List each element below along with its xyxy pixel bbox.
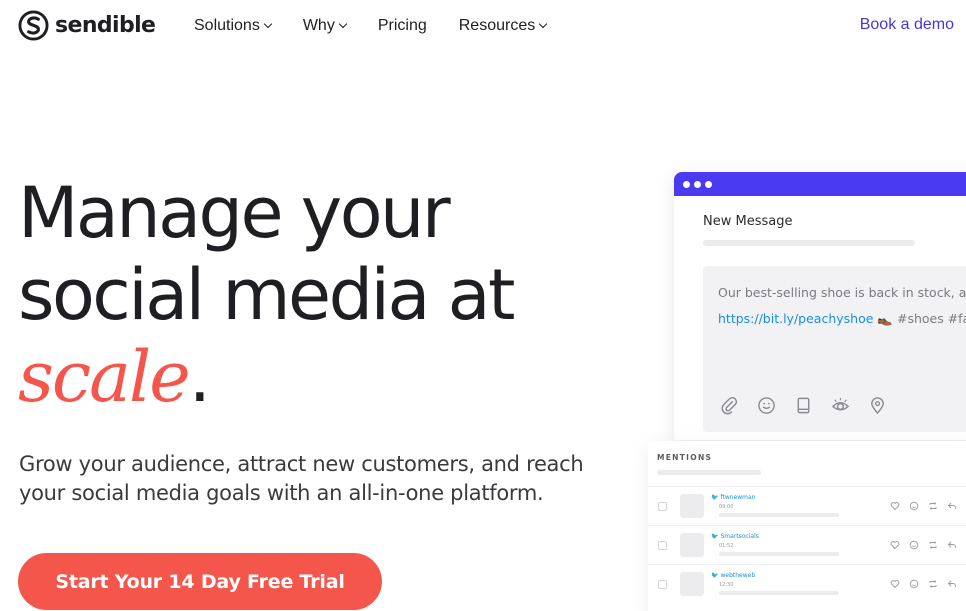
window-dot-icon — [705, 180, 712, 188]
message-hashtags: #shoes #fa — [896, 311, 966, 326]
smiley-icon[interactable] — [757, 396, 776, 415]
placeholder-line — [719, 591, 839, 595]
mentions-card: MENTIONS 🐦 ftwnewman 09:00 🐦 Smartsocials … — [648, 441, 966, 611]
mention-time: 09:00 — [719, 504, 734, 510]
mentions-title: MENTIONS — [657, 453, 713, 462]
twitter-bird-icon: 🐦 — [711, 494, 719, 501]
placeholder-line — [719, 513, 839, 517]
row-checkbox[interactable] — [658, 502, 667, 511]
row-actions — [890, 579, 957, 589]
smiley-icon[interactable] — [909, 579, 919, 589]
heart-icon[interactable] — [890, 579, 900, 589]
reply-icon[interactable] — [947, 579, 957, 589]
nav-item-why[interactable]: Why — [302, 16, 348, 36]
book-icon[interactable] — [794, 396, 813, 415]
placeholder-line — [703, 240, 915, 246]
new-message-card: New Message Our best-selling shoe is bac… — [674, 172, 966, 440]
nav-item-resources[interactable]: Resources — [458, 16, 548, 36]
mention-handle: 🐦 Smartsocials — [711, 533, 759, 540]
nav-item-label: Pricing — [377, 17, 427, 34]
twitter-bird-icon: 🐦 — [711, 572, 719, 579]
nav-item-solutions[interactable]: Solutions — [194, 16, 273, 36]
start-trial-button[interactable]: Start Your 14 Day Free Trial — [18, 553, 382, 610]
chevron-down-icon — [263, 19, 273, 29]
smiley-icon[interactable] — [909, 540, 919, 550]
avatar — [680, 533, 704, 557]
brand-logo[interactable]: sendible — [18, 10, 156, 41]
window-dot-icon — [683, 180, 690, 188]
headline-period: . — [188, 336, 211, 418]
mention-handle: 🐦 webtheweb — [711, 572, 755, 579]
mention-row[interactable]: 🐦 webtheweb 12:30 — [648, 564, 966, 603]
nav-item-label: Solutions — [194, 17, 260, 34]
headline-line-1: Manage your — [18, 172, 451, 254]
nav-item-pricing[interactable]: Pricing — [378, 16, 427, 36]
paperclip-icon[interactable] — [720, 396, 739, 415]
chevron-down-icon — [338, 19, 348, 29]
row-actions — [890, 540, 957, 550]
headline-accent-word: scale — [18, 336, 191, 418]
composer-title: New Message — [703, 214, 793, 229]
mention-handle-text: webtheweb — [720, 572, 756, 579]
mention-handle-text: ftwnewman — [720, 494, 756, 501]
row-actions — [890, 501, 957, 511]
heart-icon[interactable] — [890, 540, 900, 550]
message-text: Our best-selling shoe is back in stock, … — [718, 280, 966, 332]
chevron-down-icon — [538, 19, 548, 29]
placeholder-line — [657, 470, 761, 475]
window-dot-icon — [694, 180, 701, 188]
message-link[interactable]: https://bit.ly/peachyshoe — [718, 311, 873, 326]
hero-subtitle: Grow your audience, attract new customer… — [19, 452, 584, 505]
mention-time: 12:30 — [719, 582, 734, 588]
sendible-s-logo-icon — [18, 10, 49, 41]
smiley-icon[interactable] — [909, 501, 919, 511]
window-title-bar — [674, 172, 966, 196]
headline-line-2: social media at — [18, 254, 515, 336]
mention-row[interactable]: 🐦 ftwnewman 09:00 — [648, 486, 966, 525]
headline-line-3: scale. — [18, 336, 513, 418]
avatar — [680, 494, 704, 518]
brand-name: sendible — [55, 13, 156, 38]
book-demo-link[interactable]: Book a demo — [860, 16, 954, 34]
message-line-2: https://bit.ly/peachyshoe 👞 #shoes #fa — [718, 306, 966, 332]
twitter-bird-icon: 🐦 — [711, 533, 719, 540]
mention-handle-text: Smartsocials — [720, 533, 759, 540]
reply-icon[interactable] — [947, 501, 957, 511]
row-checkbox[interactable] — [658, 580, 667, 589]
retweet-icon[interactable] — [928, 540, 938, 550]
message-line-1: Our best-selling shoe is back in stock, … — [718, 285, 966, 300]
avatar — [680, 572, 704, 596]
reply-icon[interactable] — [947, 540, 957, 550]
shoe-emoji: 👞 — [877, 311, 893, 326]
row-checkbox[interactable] — [658, 541, 667, 550]
message-body[interactable]: Our best-selling shoe is back in stock, … — [703, 266, 966, 432]
main-menu: Solutions Why Pricing Resources — [194, 16, 578, 36]
nav-item-label: Resources — [458, 17, 536, 34]
eye-icon[interactable] — [831, 396, 850, 415]
retweet-icon[interactable] — [928, 501, 938, 511]
location-pin-icon[interactable] — [868, 396, 887, 415]
composer-toolbar — [720, 396, 887, 415]
mention-handle: 🐦 ftwnewman — [711, 494, 755, 501]
mention-time: 01:52 — [719, 543, 734, 549]
placeholder-line — [719, 552, 839, 556]
hero-headline: Manage your social media at scale. — [18, 172, 515, 418]
top-nav: sendible Solutions Why Pricing Resources… — [0, 0, 966, 52]
nav-item-label: Why — [302, 17, 335, 34]
retweet-icon[interactable] — [928, 579, 938, 589]
heart-icon[interactable] — [890, 501, 900, 511]
mention-row[interactable]: 🐦 Smartsocials 01:52 — [648, 525, 966, 564]
